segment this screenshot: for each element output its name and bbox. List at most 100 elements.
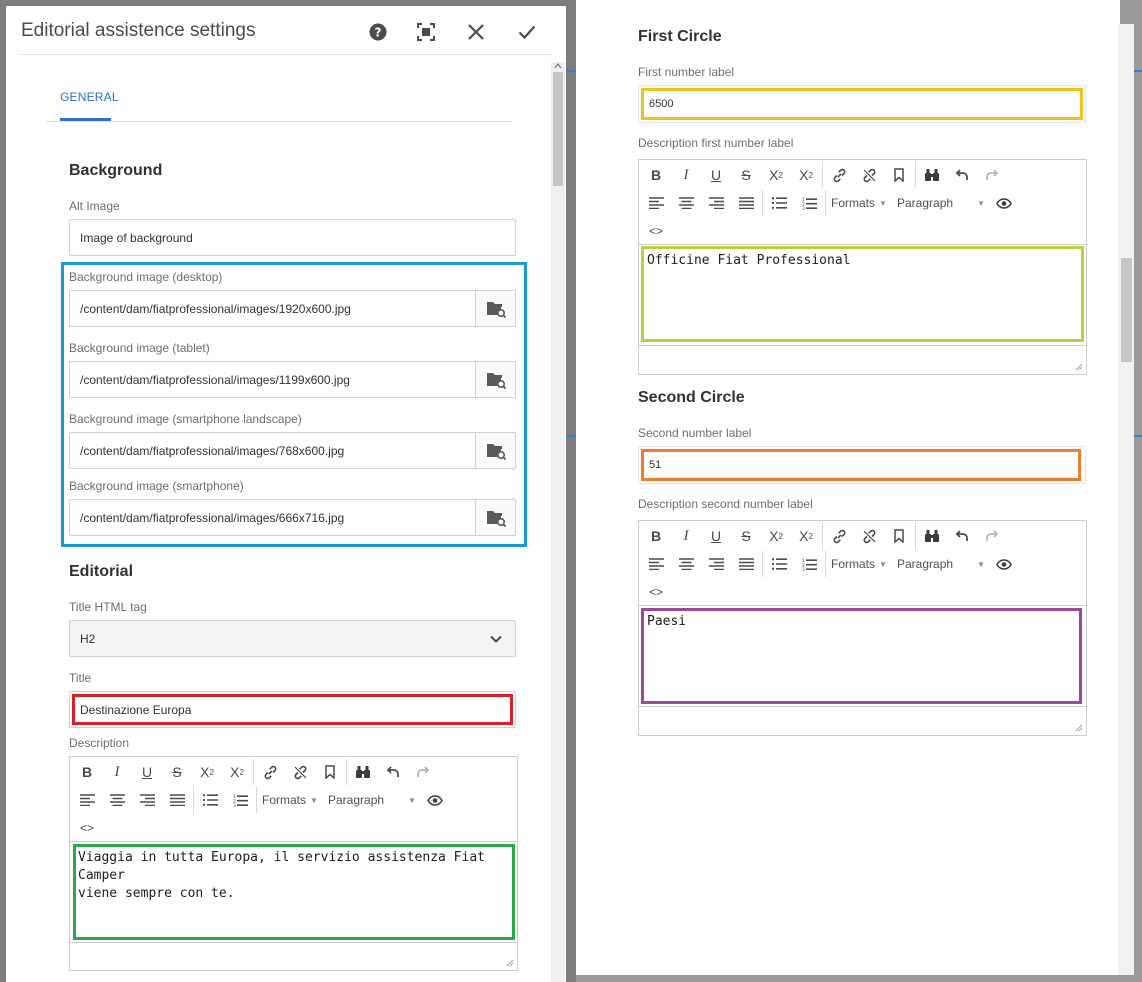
scrollbar-thumb-right[interactable]	[1121, 258, 1132, 362]
bg-smartphone-input[interactable]: /content/dam/fiatprofessional/images/666…	[80, 511, 344, 525]
find-replace-button[interactable]	[917, 523, 947, 549]
formats-dropdown[interactable]: Formats ▼	[827, 551, 893, 577]
italic-button[interactable]: I	[671, 523, 701, 549]
paragraph-dropdown[interactable]: Paragraph ▼	[893, 551, 989, 577]
scrollbar-track-right[interactable]	[1118, 24, 1134, 975]
bullet-list-button[interactable]	[764, 190, 794, 216]
first-description-editor[interactable]: Officine Fiat Professional	[639, 244, 1086, 346]
done-button[interactable]	[515, 20, 539, 44]
title-input[interactable]: Destinazione Europa	[69, 691, 516, 728]
redo-button[interactable]	[977, 523, 1007, 549]
superscript-button[interactable]: X2	[222, 759, 252, 785]
description-editor[interactable]: Viaggia in tutta Europa, il servizio ass…	[70, 841, 517, 943]
underline-button[interactable]: U	[132, 759, 162, 785]
scroll-up-arrow-icon[interactable]	[554, 62, 562, 70]
justify-button[interactable]	[731, 551, 761, 577]
redo-icon	[986, 169, 999, 180]
subscript-button[interactable]: X2	[761, 162, 791, 188]
align-center-button[interactable]	[671, 551, 701, 577]
link-button[interactable]	[824, 523, 854, 549]
align-right-button[interactable]	[132, 787, 162, 813]
strikethrough-button[interactable]: S	[731, 162, 761, 188]
browse-button[interactable]	[475, 433, 515, 468]
formats-dropdown[interactable]: Formats ▼	[827, 190, 893, 216]
binoculars-icon	[925, 530, 939, 542]
paragraph-dropdown[interactable]: Paragraph ▼	[893, 190, 989, 216]
undo-button[interactable]	[947, 523, 977, 549]
preview-button[interactable]	[420, 787, 450, 813]
resize-handle-icon[interactable]	[1075, 724, 1083, 732]
align-center-button[interactable]	[102, 787, 132, 813]
bullet-list-button[interactable]	[195, 787, 225, 813]
numbered-list-button[interactable]: 123	[794, 190, 824, 216]
align-left-button[interactable]	[641, 190, 671, 216]
superscript-button[interactable]: X2	[791, 523, 821, 549]
close-button[interactable]	[464, 20, 488, 44]
browse-button[interactable]	[475, 291, 515, 326]
bold-button[interactable]: B	[72, 759, 102, 785]
undo-button[interactable]	[378, 759, 408, 785]
alt-image-input[interactable]: Image of background	[69, 219, 516, 256]
numbered-list-button[interactable]: 123	[225, 787, 255, 813]
paragraph-dropdown[interactable]: Paragraph ▼	[324, 787, 420, 813]
unlink-button[interactable]	[854, 523, 884, 549]
code-icon: <>	[648, 585, 663, 599]
strikethrough-button[interactable]: S	[162, 759, 192, 785]
anchor-button[interactable]	[884, 162, 914, 188]
italic-button[interactable]: I	[671, 162, 701, 188]
formats-dropdown[interactable]: Formats ▼	[258, 787, 324, 813]
first-number-input[interactable]: 6500	[638, 85, 1086, 123]
browse-button[interactable]	[475, 500, 515, 535]
anchor-button[interactable]	[315, 759, 345, 785]
second-description-editor[interactable]: Paesi	[639, 605, 1086, 707]
bold-button[interactable]: B	[641, 523, 671, 549]
align-right-button[interactable]	[701, 551, 731, 577]
second-number-input[interactable]: 51	[638, 446, 1086, 484]
scrollbar-track[interactable]	[551, 62, 565, 982]
find-replace-button[interactable]	[917, 162, 947, 188]
source-edit-button[interactable]: <>	[641, 218, 671, 244]
unlink-button[interactable]	[285, 759, 315, 785]
undo-button[interactable]	[947, 162, 977, 188]
numbered-list-button[interactable]: 123	[794, 551, 824, 577]
source-edit-button[interactable]: <>	[641, 579, 671, 605]
bg-desktop-input[interactable]: /content/dam/fiatprofessional/images/192…	[80, 302, 351, 316]
align-right-button[interactable]	[701, 190, 731, 216]
underline-button[interactable]: U	[701, 523, 731, 549]
title-tag-select[interactable]: H2	[69, 620, 516, 657]
anchor-button[interactable]	[884, 523, 914, 549]
bullet-list-button[interactable]	[764, 551, 794, 577]
bg-smartphone-landscape-input[interactable]: /content/dam/fiatprofessional/images/768…	[80, 444, 344, 458]
help-button[interactable]: ?	[366, 20, 390, 44]
subscript-button[interactable]: X2	[192, 759, 222, 785]
align-left-button[interactable]	[72, 787, 102, 813]
caret-down-icon: ▼	[977, 559, 985, 569]
resize-handle-icon[interactable]	[1075, 363, 1083, 371]
underline-button[interactable]: U	[701, 162, 731, 188]
subscript-button[interactable]: X2	[761, 523, 791, 549]
bg-tablet-input[interactable]: /content/dam/fiatprofessional/images/119…	[80, 373, 350, 387]
align-left-button[interactable]	[641, 551, 671, 577]
strikethrough-button[interactable]: S	[731, 523, 761, 549]
italic-button[interactable]: I	[102, 759, 132, 785]
scrollbar-thumb[interactable]	[553, 72, 563, 186]
fullscreen-button[interactable]	[414, 20, 438, 44]
link-button[interactable]	[255, 759, 285, 785]
superscript-button[interactable]: X2	[791, 162, 821, 188]
bold-button[interactable]: B	[641, 162, 671, 188]
preview-button[interactable]	[989, 190, 1019, 216]
find-replace-button[interactable]	[348, 759, 378, 785]
align-center-button[interactable]	[671, 190, 701, 216]
tab-general[interactable]: GENERAL	[60, 90, 119, 104]
bookmark-icon	[894, 168, 904, 182]
resize-handle-icon[interactable]	[506, 959, 514, 967]
redo-button[interactable]	[977, 162, 1007, 188]
preview-button[interactable]	[989, 551, 1019, 577]
unlink-button[interactable]	[854, 162, 884, 188]
link-button[interactable]	[824, 162, 854, 188]
browse-button[interactable]	[475, 362, 515, 397]
justify-button[interactable]	[162, 787, 192, 813]
justify-button[interactable]	[731, 190, 761, 216]
redo-button[interactable]	[408, 759, 438, 785]
source-edit-button[interactable]: <>	[72, 815, 102, 841]
